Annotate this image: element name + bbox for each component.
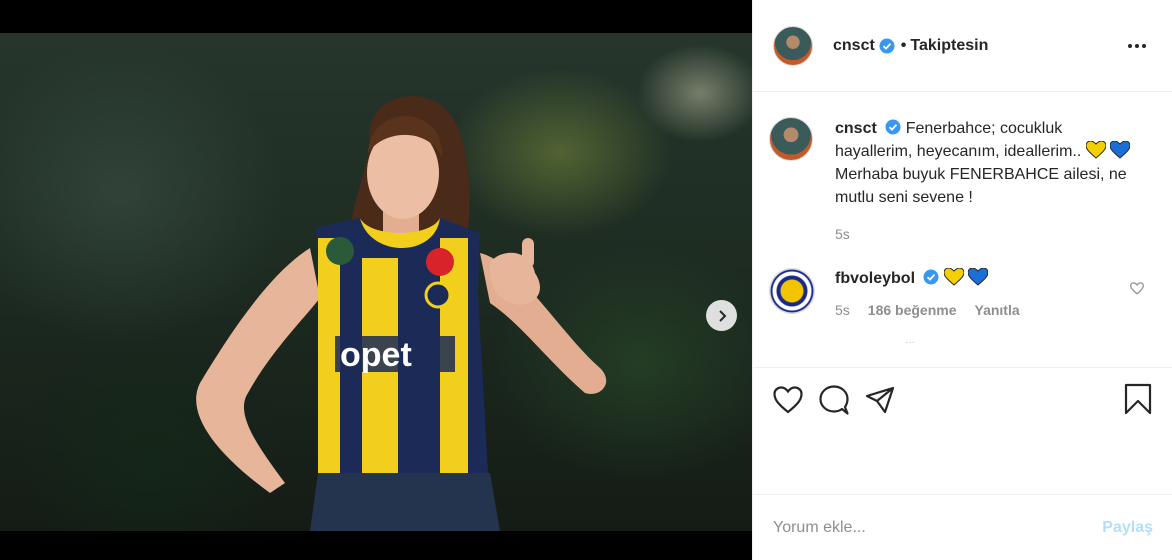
media-panel: opet	[0, 0, 752, 560]
more-comments-indicator[interactable]: ...	[905, 332, 1020, 346]
caption-body: cnsct Fenerbahce; cocukluk hayallerim, h…	[835, 117, 1135, 246]
comment-body: fbvoleybol 5s 186 beğenme Yanıtla ...	[835, 267, 1020, 346]
caption-username[interactable]: cnsct	[835, 120, 877, 137]
comment-item: fbvoleybol 5s 186 beğenme Yanıtla ...	[769, 267, 1152, 346]
more-dot-icon	[1128, 44, 1132, 48]
author-avatar[interactable]	[773, 25, 813, 66]
next-slide-button[interactable]	[706, 300, 737, 331]
comment-button[interactable]	[819, 385, 849, 415]
comment-likes[interactable]: 186 beğenme	[868, 302, 957, 318]
like-comment-heart-icon[interactable]	[1130, 282, 1144, 295]
post-dialog: opet cnsct • Takiptesin cnsct Fenerbahce…	[0, 0, 1172, 560]
comment-meta: 5s 186 beğenme Yanıtla	[835, 302, 1020, 318]
post-photo[interactable]: opet	[0, 33, 752, 531]
action-bar	[753, 368, 1172, 432]
comment-composer: Paylaş	[753, 494, 1172, 560]
yellow-heart-icon	[943, 267, 965, 286]
svg-text:opet: opet	[340, 336, 412, 374]
share-icon	[865, 386, 895, 414]
author-info: cnsct • Takiptesin	[833, 37, 988, 55]
post-comment-button[interactable]: Paylaş	[1102, 519, 1153, 537]
verified-badge-icon	[923, 269, 939, 285]
verified-badge-icon	[885, 119, 901, 135]
comments-section: cnsct Fenerbahce; cocukluk hayallerim, h…	[753, 92, 1172, 368]
verified-badge-icon	[879, 38, 895, 53]
fbvoleybol-avatar[interactable]	[769, 268, 815, 314]
yellow-heart-icon	[1085, 140, 1107, 159]
separator-bullet: •	[900, 36, 907, 54]
like-button[interactable]	[773, 386, 803, 414]
more-dot-icon	[1142, 44, 1146, 48]
caption-meta: 5s	[835, 223, 1135, 246]
post-header: cnsct • Takiptesin	[753, 0, 1172, 92]
comment-input[interactable]	[773, 518, 1103, 537]
more-options-button[interactable]	[1128, 34, 1148, 58]
bookmark-icon	[1124, 383, 1152, 415]
comment-username[interactable]: fbvoleybol	[835, 270, 915, 287]
photo-illustration: opet	[196, 95, 607, 531]
save-button[interactable]	[1124, 383, 1152, 420]
follow-state[interactable]: Takiptesin	[910, 37, 988, 55]
heart-icon	[773, 386, 803, 414]
comment-icon	[819, 385, 849, 415]
caption-avatar[interactable]	[769, 117, 813, 161]
author-username[interactable]: cnsct	[833, 37, 875, 55]
side-panel: cnsct • Takiptesin cnsct Fenerbahce; coc…	[752, 0, 1172, 560]
blue-heart-icon	[967, 267, 989, 286]
caption-text-2: Merhaba buyuk FENERBAHCE ailesi, ne mutl…	[835, 166, 1127, 206]
caption-time[interactable]: 5s	[835, 223, 850, 246]
comment-time[interactable]: 5s	[835, 302, 850, 318]
caption: cnsct Fenerbahce; cocukluk hayallerim, h…	[769, 117, 1152, 246]
share-button[interactable]	[865, 386, 895, 414]
more-dot-icon	[1135, 44, 1139, 48]
chevron-right-icon	[718, 309, 726, 322]
reply-button[interactable]: Yanıtla	[975, 302, 1020, 318]
blue-heart-icon	[1109, 140, 1131, 159]
